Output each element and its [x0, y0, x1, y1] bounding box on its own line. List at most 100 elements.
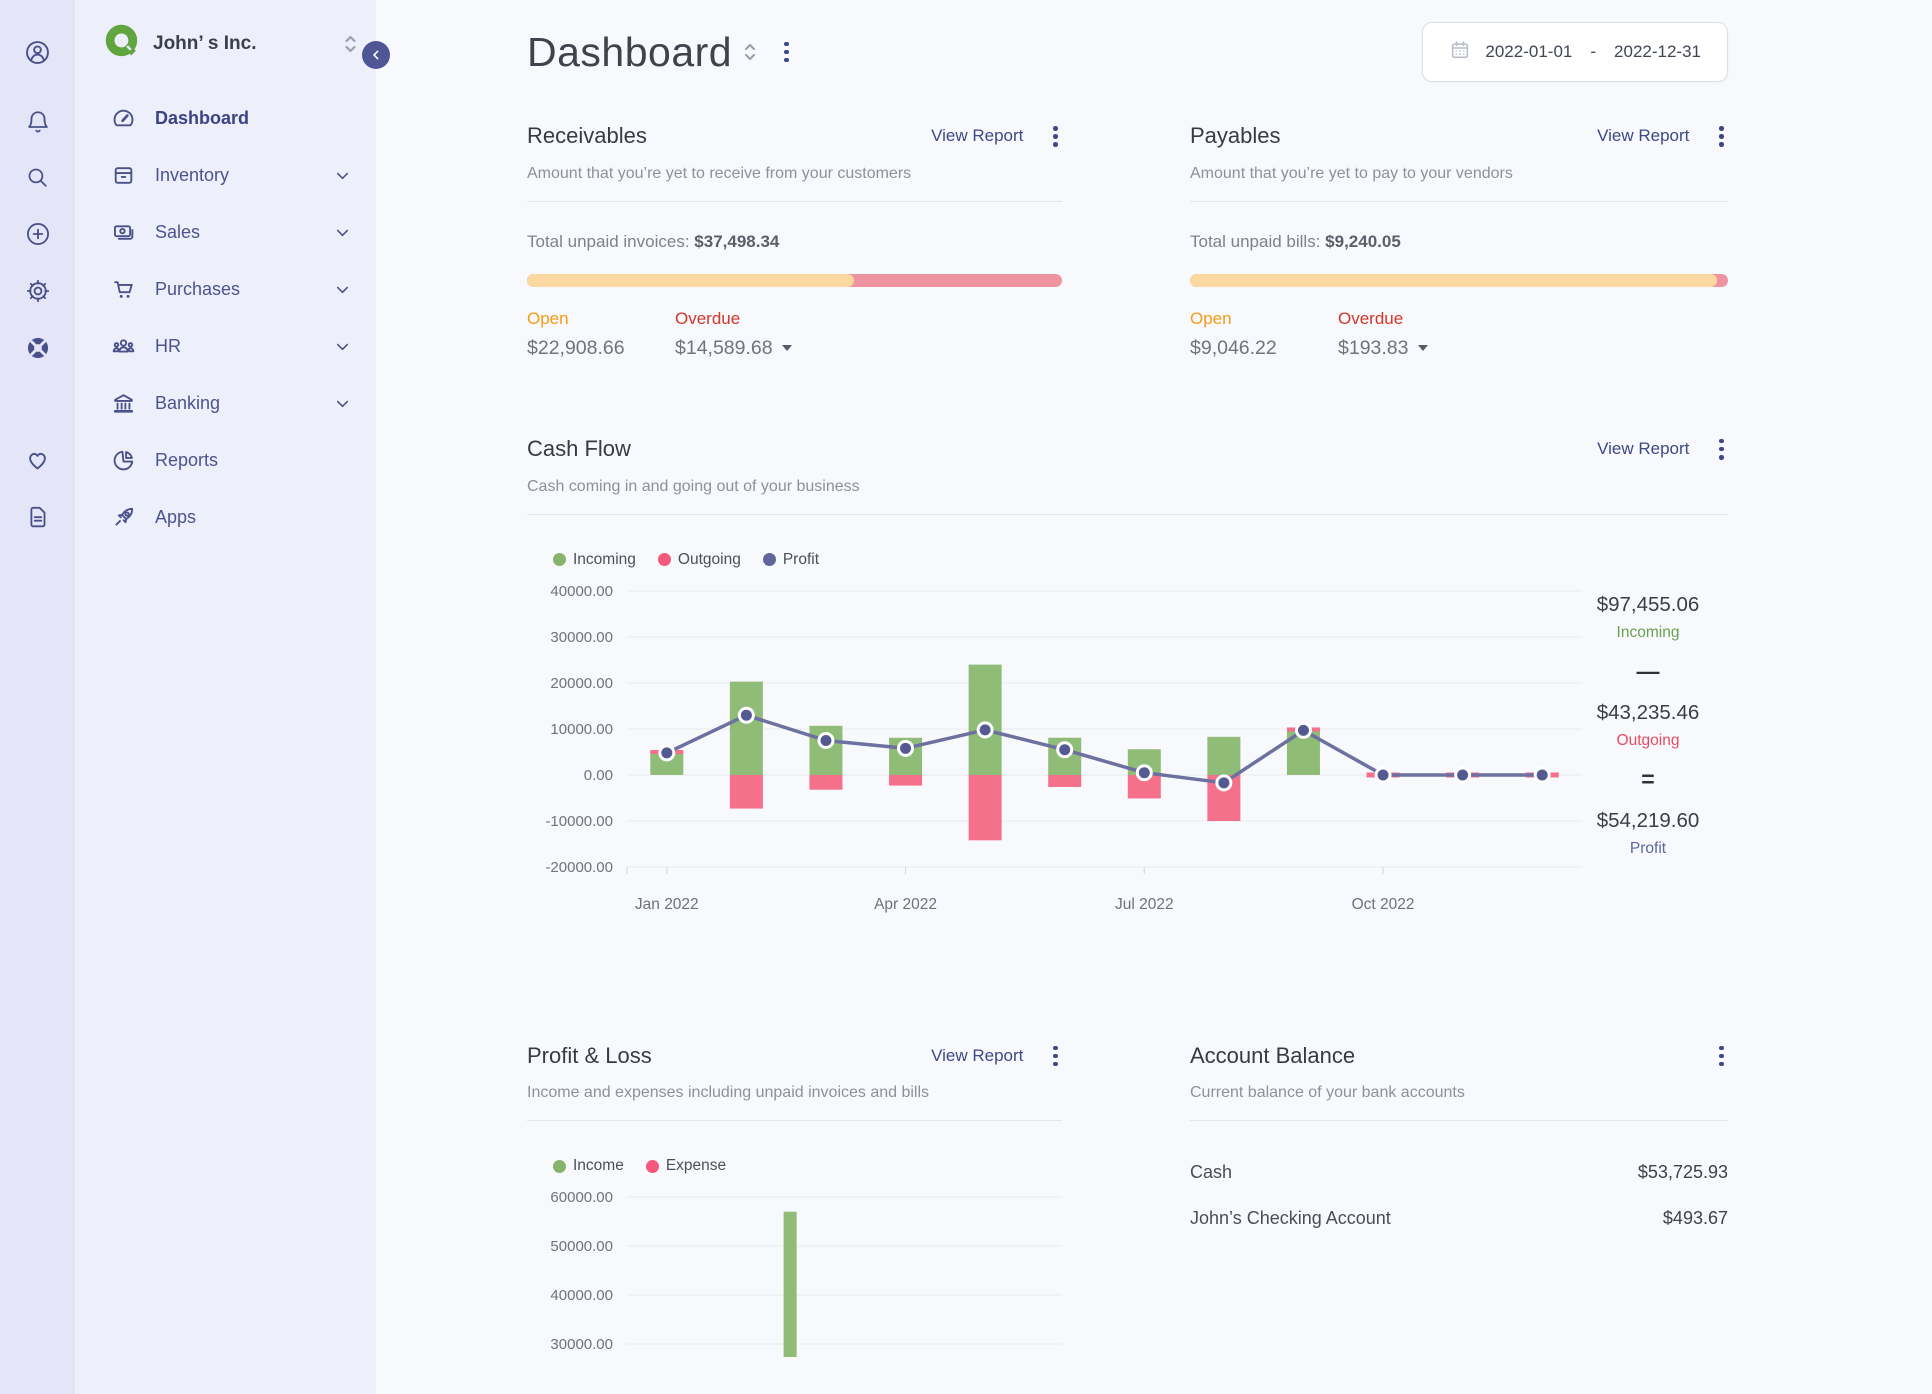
- account-row[interactable]: John’s Checking Account $493.67: [1190, 1195, 1728, 1241]
- outgoing-total: $43,235.46: [1596, 700, 1700, 724]
- cash-flow-title: Cash Flow: [527, 436, 631, 462]
- cash-flow-legend: Incoming Outgoing Profit: [553, 551, 1728, 569]
- receivables-open-value: $22,908.66: [527, 336, 625, 359]
- support-button[interactable]: [24, 335, 52, 363]
- sidebar-item-reports[interactable]: Reports: [75, 432, 376, 489]
- settings-button[interactable]: [24, 278, 52, 306]
- payables-card: Payables View Report Amount that you’re …: [1190, 122, 1728, 360]
- sidebar-collapse-button[interactable]: [362, 41, 390, 69]
- sidebar: John’ s Inc. Dashboard Inventory Sales P…: [75, 0, 390, 1394]
- cash-flow-view-report-link[interactable]: View Report: [1597, 439, 1689, 459]
- account-balance-kebab-menu[interactable]: [1715, 1042, 1728, 1071]
- sidebar-item-purchases[interactable]: Purchases: [75, 261, 376, 318]
- page-title: Dashboard: [527, 28, 733, 75]
- cash-flow-summary: $97,455.06 Incoming — $43,235.46 Outgoin…: [1568, 593, 1728, 858]
- sidebar-item-apps[interactable]: Apps: [75, 489, 376, 546]
- date-range-picker[interactable]: 2022-01-01 - 2022-12-31: [1422, 22, 1728, 82]
- sidebar-item-dashboard[interactable]: Dashboard: [75, 90, 376, 147]
- quick-add-button[interactable]: [24, 221, 52, 249]
- svg-text:40000.00: 40000.00: [550, 1287, 613, 1304]
- svg-text:Jan 2022: Jan 2022: [635, 896, 699, 913]
- incoming-total-label: Incoming: [1616, 623, 1680, 641]
- dashboard-switch-chevrons-icon[interactable]: [742, 40, 758, 64]
- purchases-cart-icon: [111, 277, 136, 302]
- sidebar-item-label: Inventory: [155, 165, 230, 185]
- notifications-button[interactable]: [24, 109, 52, 137]
- payables-kebab-menu[interactable]: [1715, 122, 1728, 151]
- account-balance-title: Account Balance: [1190, 1042, 1356, 1068]
- svg-text:60000.00: 60000.00: [550, 1189, 613, 1206]
- profit-loss-chart: 60000.00 50000.00 40000.00 30000.00: [527, 1185, 1067, 1394]
- income-legend-dot-icon: [553, 1159, 566, 1173]
- sidebar-item-sales[interactable]: Sales: [75, 204, 376, 261]
- account-row[interactable]: Cash $53,725.93: [1190, 1149, 1728, 1195]
- cash-flow-subtitle: Cash coming in and going out of your bus…: [527, 477, 860, 495]
- favorites-button[interactable]: [24, 447, 52, 475]
- document-icon: [25, 504, 51, 533]
- company-switch-chevrons-icon: [343, 33, 358, 55]
- legend-item-expense: Expense: [645, 1157, 726, 1175]
- profit-loss-view-report-link[interactable]: View Report: [931, 1046, 1023, 1066]
- receivables-open-column: Open $22,908.66: [527, 309, 675, 360]
- banking-bank-icon: [111, 391, 136, 416]
- chevron-down-icon: [333, 394, 352, 413]
- sidebar-menu: Dashboard Inventory Sales Purchases HR B…: [75, 64, 376, 546]
- search-button[interactable]: [24, 165, 52, 193]
- sidebar-item-label: Purchases: [155, 279, 241, 299]
- main-content: Dashboard 2022-01-01 - 2022-12-31 Receiv…: [376, 0, 1932, 1394]
- bottom-cards-row: Profit & Loss View Report Income and exp…: [527, 1042, 1728, 1394]
- receivables-overdue-label: Overdue: [675, 308, 741, 328]
- user-account-button[interactable]: [24, 40, 52, 68]
- date-range-end: 2022-12-31: [1614, 42, 1701, 61]
- minus-operator: —: [1636, 657, 1660, 684]
- payables-title: Payables: [1190, 123, 1281, 149]
- icon-rail: [0, 0, 75, 1394]
- payables-open-column: Open $9,046.22: [1190, 309, 1338, 360]
- payables-overdue-label: Overdue: [1338, 308, 1404, 328]
- caret-down-icon[interactable]: [1417, 345, 1428, 352]
- sidebar-item-inventory[interactable]: Inventory: [75, 147, 376, 204]
- svg-text:30000.00: 30000.00: [550, 629, 613, 646]
- dashboard-kebab-menu[interactable]: [780, 38, 793, 67]
- receivables-progress-open: [527, 273, 854, 287]
- incoming-legend-dot-icon: [553, 553, 566, 567]
- sidebar-item-label: Dashboard: [155, 108, 250, 128]
- sidebar-item-banking[interactable]: Banking: [75, 375, 376, 432]
- payables-overdue-column: Overdue $193.83: [1338, 309, 1486, 360]
- svg-text:30000.00: 30000.00: [550, 1336, 613, 1353]
- app-root: John’ s Inc. Dashboard Inventory Sales P…: [0, 0, 1932, 1394]
- account-value: $53,725.93: [1637, 1161, 1728, 1182]
- chevron-down-icon: [333, 280, 352, 299]
- receivables-kebab-menu[interactable]: [1049, 122, 1062, 151]
- divider: [1190, 200, 1728, 202]
- legend-item-profit: Profit: [762, 551, 819, 569]
- profit-loss-card: Profit & Loss View Report Income and exp…: [527, 1042, 1062, 1394]
- svg-text:Apr 2022: Apr 2022: [874, 896, 937, 913]
- payables-total: Total unpaid bills: $9,240.05: [1190, 232, 1728, 252]
- svg-text:40000.00: 40000.00: [550, 583, 613, 600]
- account-name: Cash: [1190, 1161, 1233, 1182]
- sidebar-item-hr[interactable]: HR: [75, 318, 376, 375]
- cash-flow-kebab-menu[interactable]: [1715, 435, 1728, 464]
- divider: [527, 513, 1728, 515]
- receivables-card: Receivables View Report Amount that you’…: [527, 122, 1062, 360]
- profit-loss-kebab-menu[interactable]: [1049, 1042, 1062, 1071]
- account-balance-card: Account Balance Current balance of your …: [1190, 1042, 1728, 1363]
- company-switcher[interactable]: John’ s Inc.: [75, 0, 376, 64]
- account-value: $493.67: [1662, 1207, 1728, 1228]
- payables-progress-open: [1190, 273, 1717, 287]
- expense-legend-dot-icon: [645, 1159, 659, 1173]
- profit-loss-legend: Income Expense: [553, 1157, 1062, 1175]
- documents-button[interactable]: [24, 504, 52, 532]
- payables-view-report-link[interactable]: View Report: [1597, 126, 1689, 146]
- receivables-view-report-link[interactable]: View Report: [931, 126, 1023, 146]
- account-name: John’s Checking Account: [1190, 1207, 1391, 1228]
- caret-down-icon[interactable]: [781, 345, 792, 352]
- sidebar-item-label: Reports: [155, 450, 219, 470]
- inventory-box-icon: [111, 163, 136, 188]
- dashboard-gauge-icon: [111, 106, 136, 131]
- receivables-progress-bar: [527, 273, 1062, 287]
- payables-open-value: $9,046.22: [1190, 336, 1277, 359]
- bell-icon: [25, 109, 51, 138]
- outgoing-total-label: Outgoing: [1616, 731, 1680, 749]
